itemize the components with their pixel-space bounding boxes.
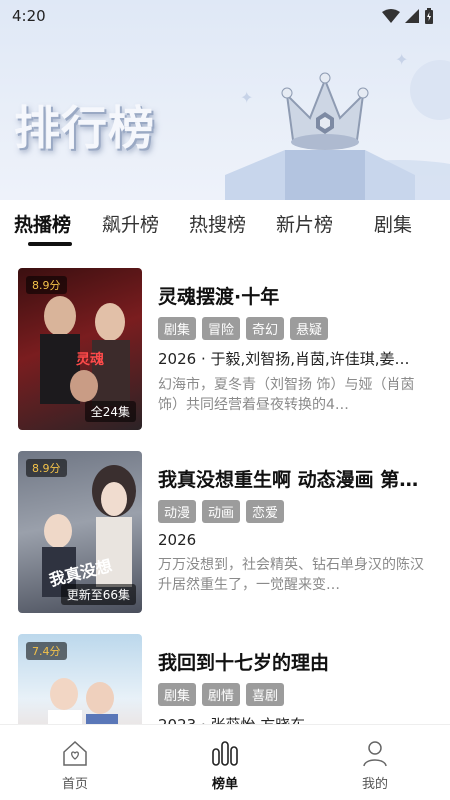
nav-home[interactable]: 首页 [35, 739, 115, 792]
tab-series[interactable]: 剧集 [374, 210, 412, 237]
nav-profile-label: 我的 [361, 777, 388, 792]
genre-tag: 奇幻 [246, 317, 285, 340]
ranking-banner: ✦ ✦ 4:20 排行榜 [0, 0, 450, 200]
genre-tag: 动画 [202, 500, 241, 523]
nav-ranking-label: 榜单 [211, 777, 238, 792]
wifi-icon [382, 9, 400, 23]
ranking-list: 灵魂 8.9分 全24集 灵魂摆渡·十年 剧集 冒险 奇幻 悬疑 2026 · … [0, 262, 450, 724]
svg-text:灵魂: 灵魂 [76, 351, 104, 368]
home-icon [63, 740, 87, 766]
ranking-tabs: 热播榜 飙升榜 热搜榜 新片榜 剧集 [0, 200, 450, 248]
score-badge: 8.9分 [26, 459, 67, 477]
bottom-navigation: 首页 榜单 我的 [0, 724, 450, 800]
poster-image: 我真没想 8.9分 更新至66集 [18, 451, 142, 613]
tab-rising[interactable]: 飙升榜 [102, 210, 159, 237]
list-item[interactable]: 灵魂 8.9分 全24集 灵魂摆渡·十年 剧集 冒险 奇幻 悬疑 2026 · … [0, 262, 450, 430]
item-description: 万万没想到，社会精英、钻石单身汉的陈汉升居然重生了，一觉醒来变… [158, 557, 424, 593]
item-meta: 2023 · 张蕊怡,方晓东 [158, 714, 428, 724]
item-meta: 2026 [158, 531, 197, 549]
genre-tag: 剧集 [158, 317, 197, 340]
poster-image: 灵魂 8.9分 全24集 [18, 268, 142, 430]
genre-tag: 喜剧 [246, 683, 285, 706]
profile-icon [363, 741, 387, 767]
item-title: 灵魂摆渡·十年 [158, 286, 280, 308]
item-title: 我真没想重生啊 动态漫画 第… [158, 469, 419, 491]
poster-image: 7.4分 [18, 634, 142, 724]
episode-badge: 更新至66集 [60, 584, 136, 605]
list-item[interactable]: 我真没想 8.9分 更新至66集 我真没想重生啊 动态漫画 第… 动漫 动画 恋… [0, 445, 450, 613]
item-title: 我回到十七岁的理由 [158, 652, 330, 674]
item-description: 幻海市，夏冬青（刘智扬 饰）与娅（肖茵 饰）共同经营着昼夜转换的4… [158, 377, 415, 413]
genre-tag: 悬疑 [290, 317, 329, 340]
crown-icon [225, 72, 415, 200]
chart-icon [212, 741, 238, 766]
nav-profile[interactable]: 我的 [335, 739, 415, 792]
genre-tag: 恋爱 [246, 500, 285, 523]
list-item[interactable]: 7.4分 我回到十七岁的理由 剧集 剧情 喜剧 2023 · 张蕊怡,方晓东 [0, 628, 450, 724]
score-badge: 7.4分 [26, 642, 67, 660]
episode-badge: 全24集 [84, 401, 136, 422]
genre-tag: 动漫 [158, 500, 197, 523]
active-tab-indicator [28, 242, 72, 246]
nav-home-label: 首页 [61, 777, 88, 792]
tab-hot-search[interactable]: 热搜榜 [189, 210, 246, 237]
genre-tag: 剧集 [158, 683, 197, 706]
score-badge: 8.9分 [26, 276, 67, 294]
status-bar: 4:20 [0, 0, 450, 32]
genre-tag: 剧情 [202, 683, 241, 706]
tab-new-release[interactable]: 新片榜 [276, 210, 333, 237]
page-title: 排行榜 [14, 101, 155, 155]
tab-hot-play[interactable]: 热播榜 [14, 210, 71, 237]
item-meta: 2026 · 于毅,刘智扬,肖茵,许佳琪,姜… [158, 350, 410, 368]
genre-tag: 冒险 [202, 317, 241, 340]
status-time: 4:20 [12, 7, 46, 25]
nav-ranking[interactable]: 榜单 [185, 739, 265, 792]
battery-icon [425, 8, 433, 24]
signal-icon [405, 9, 419, 23]
